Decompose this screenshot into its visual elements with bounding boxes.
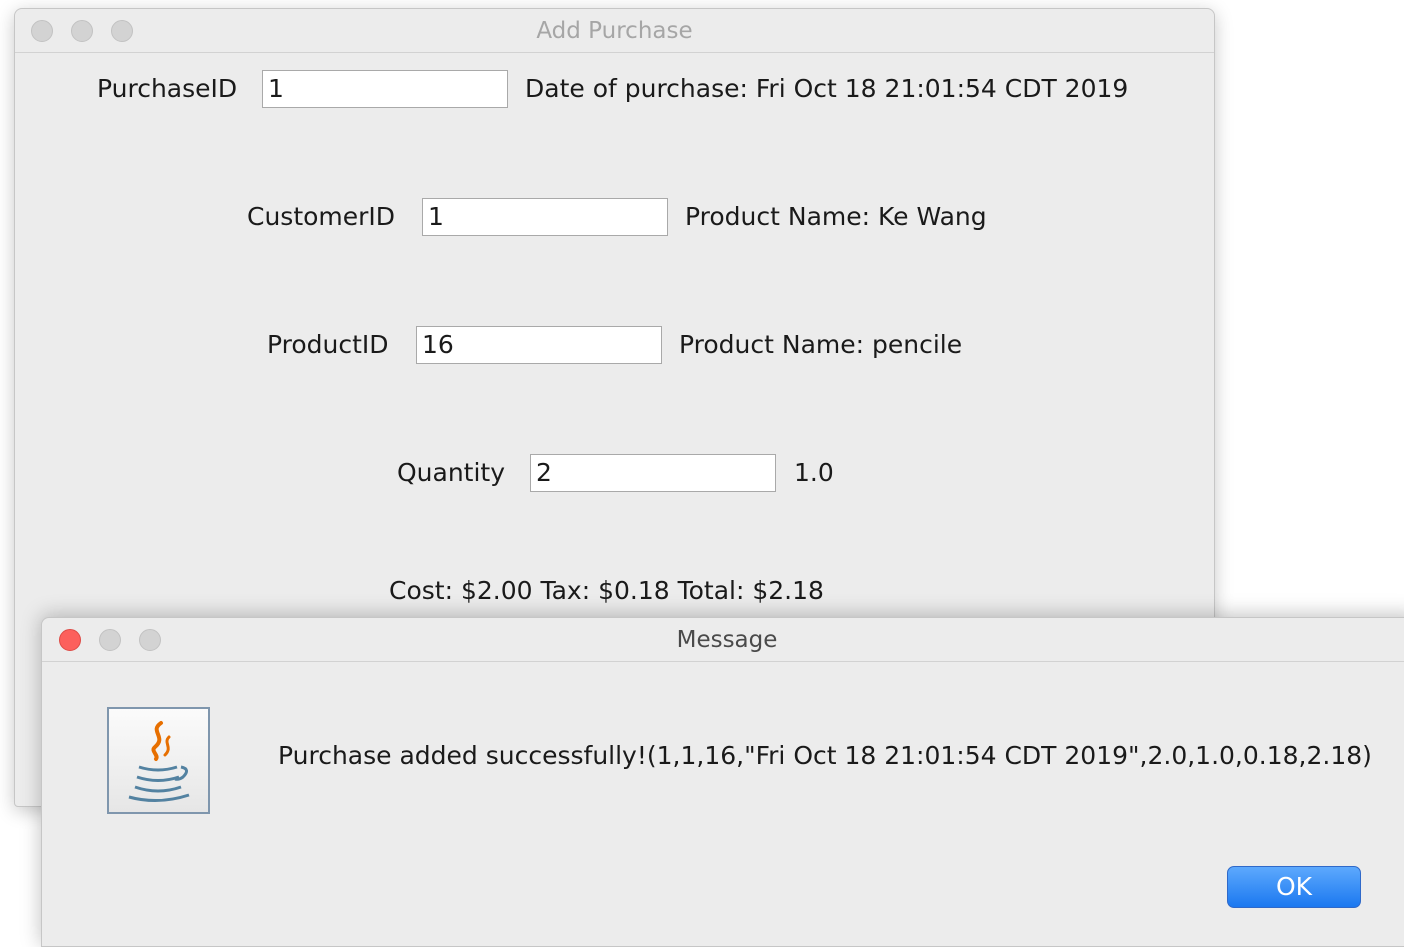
purchase-date-text: Date of purchase: Fri Oct 18 21:01:54 CD…	[525, 74, 1129, 103]
customer-id-label: CustomerID	[247, 202, 396, 231]
purchase-id-label: PurchaseID	[97, 74, 238, 103]
product-id-field[interactable]: 16	[416, 326, 662, 364]
message-dialog: Message Purchase added successfully!(1,1…	[41, 617, 1404, 947]
main-titlebar: Add Purchase	[15, 9, 1214, 53]
dialog-titlebar: Message	[42, 618, 1404, 662]
product-id-label: ProductID	[267, 330, 389, 359]
window-title: Add Purchase	[536, 18, 693, 44]
ok-button[interactable]: OK	[1227, 866, 1361, 908]
unit-price-text: 1.0	[794, 458, 834, 487]
dialog-message: Purchase added successfully!(1,1,16,"Fri…	[278, 741, 1372, 770]
purchase-id-field[interactable]: 1	[262, 70, 508, 108]
quantity-field[interactable]: 2	[530, 454, 776, 492]
customer-name-text: Product Name: Ke Wang	[685, 202, 987, 231]
product-name-text: Product Name: pencile	[679, 330, 963, 359]
dialog-title: Message	[676, 627, 778, 653]
quantity-label: Quantity	[397, 458, 506, 487]
customer-id-field[interactable]: 1	[422, 198, 668, 236]
cost-summary-text: Cost: $2.00 Tax: $0.18 Total: $2.18	[389, 576, 824, 605]
java-coffee-cup-icon	[107, 707, 210, 814]
